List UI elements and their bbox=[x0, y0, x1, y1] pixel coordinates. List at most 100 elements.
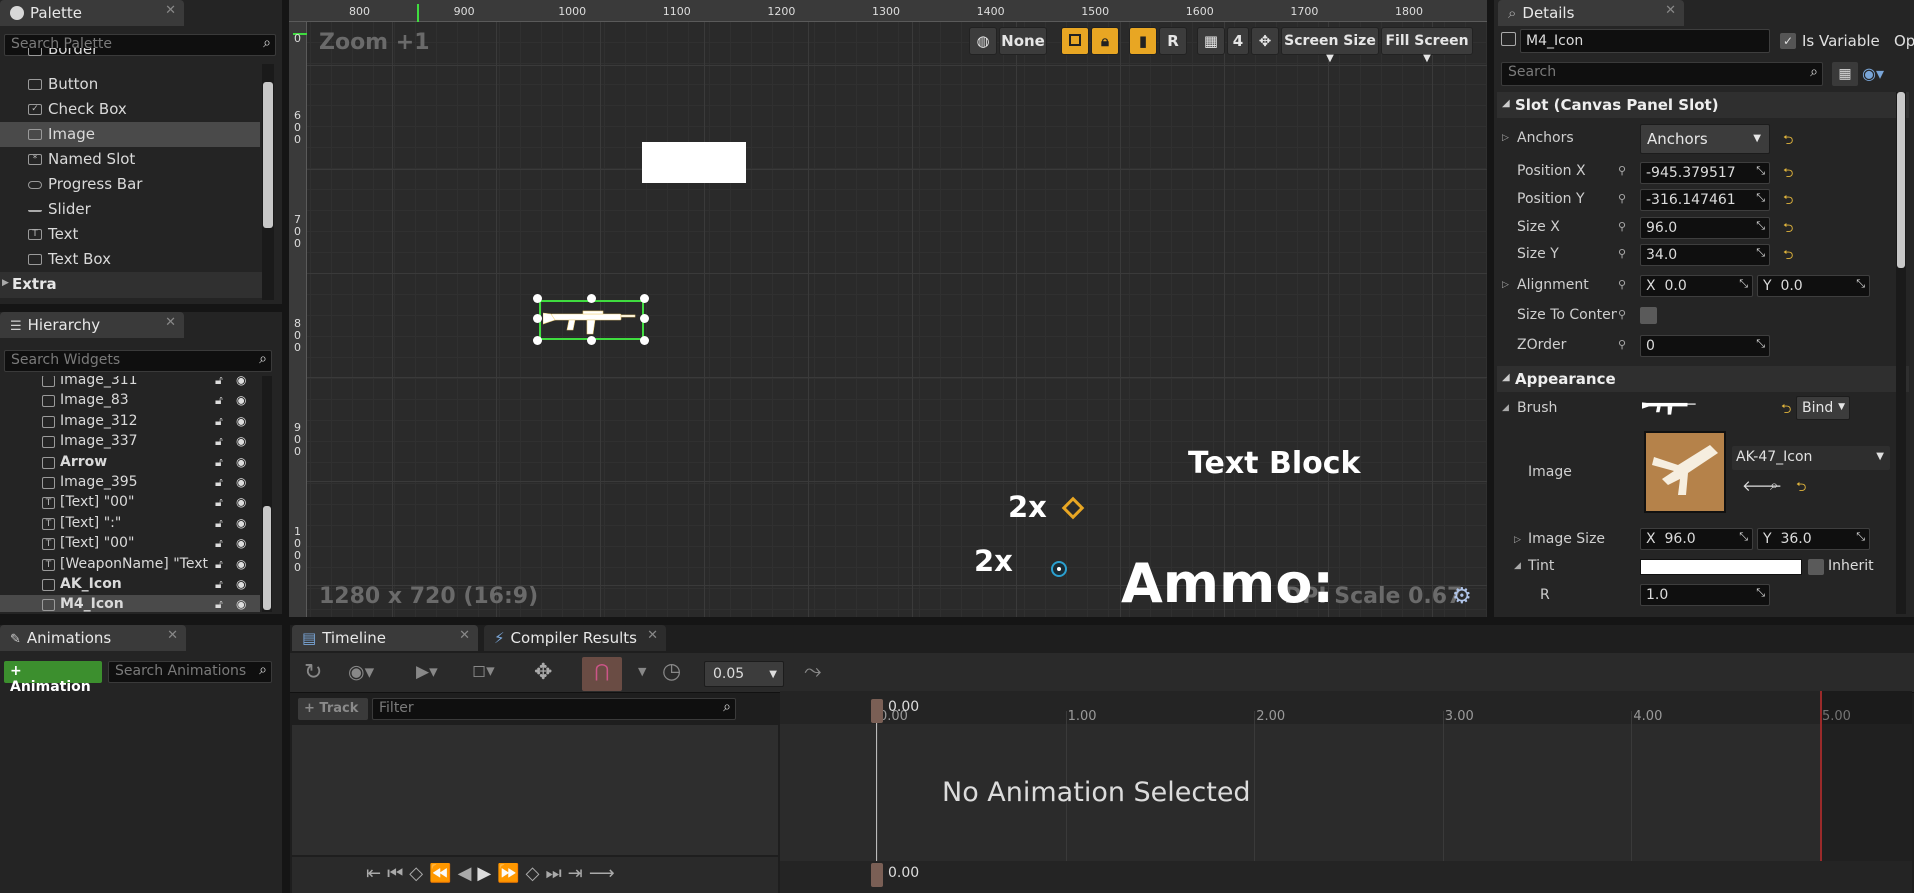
expand-triangle-icon[interactable]: ▷ bbox=[1514, 535, 1521, 545]
palette-item-button[interactable]: Button bbox=[0, 72, 260, 97]
lock-icon[interactable]: 🔓︎ bbox=[215, 455, 223, 470]
resize-handle[interactable] bbox=[587, 336, 596, 345]
expand-triangle-icon[interactable]: ▷ bbox=[1502, 133, 1509, 143]
lock-icon[interactable]: 🔓︎ bbox=[215, 495, 223, 510]
selection-options-icon[interactable]: ◻▾ bbox=[472, 661, 495, 681]
size-y-field[interactable]: 34.0 ⤡ bbox=[1640, 244, 1770, 266]
reset-arrow-icon[interactable]: ⮌ bbox=[1783, 219, 1793, 241]
playhead-handle-bottom[interactable] bbox=[871, 863, 883, 887]
link-icon[interactable]: ⚲ bbox=[1618, 164, 1626, 177]
lock-icon[interactable]: 🔓︎ bbox=[215, 434, 223, 449]
visibility-eye-icon[interactable]: ◉▾ bbox=[1862, 64, 1884, 83]
none-dropdown[interactable]: None bbox=[999, 27, 1047, 55]
hierarchy-row[interactable]: AK_Icon 🔓︎ ◉ bbox=[0, 575, 260, 595]
resize-handle[interactable] bbox=[533, 314, 542, 323]
palette-item-border[interactable]: Border bbox=[0, 48, 260, 62]
hierarchy-search-input[interactable]: Search Widgets ⌕ bbox=[4, 350, 272, 372]
size-to-content-checkbox[interactable] bbox=[1640, 307, 1657, 324]
loop-icon[interactable]: ⟶ bbox=[589, 863, 621, 884]
lock-icon[interactable]: 🔓︎ bbox=[215, 577, 223, 592]
selected-m4-icon-widget[interactable] bbox=[539, 300, 644, 340]
scrollbar-thumb[interactable] bbox=[263, 82, 273, 228]
play-reverse-icon[interactable]: ◀ bbox=[458, 863, 478, 884]
browse-search-icon[interactable]: ⌕ bbox=[1770, 476, 1778, 494]
palette-item-text[interactable]: T Text bbox=[0, 222, 260, 247]
dpi-settings-gear-icon[interactable]: ⚙ bbox=[1452, 584, 1472, 609]
lock-icon[interactable]: 🔓︎ bbox=[215, 557, 223, 572]
position-x-field[interactable]: -945.379517 ⤡ bbox=[1640, 162, 1770, 184]
close-icon[interactable]: ✕ bbox=[647, 628, 658, 643]
appearance-section-header[interactable]: ◢ Appearance bbox=[1497, 366, 1909, 392]
pivot-circle-icon[interactable] bbox=[1051, 561, 1067, 577]
jump-to-start-icon[interactable]: ⇤ bbox=[366, 863, 387, 884]
hierarchy-row[interactable]: Image_395 🔓︎ ◉ bbox=[0, 473, 260, 493]
curve-editor-icon[interactable]: ⤳ bbox=[804, 659, 822, 684]
hierarchy-row[interactable]: Image_337 🔓︎ ◉ bbox=[0, 432, 260, 452]
add-animation-button[interactable]: + Animation bbox=[4, 661, 102, 695]
play-options-icon[interactable]: ▶▾ bbox=[416, 662, 438, 682]
resize-handle[interactable] bbox=[533, 336, 542, 345]
palette-item-named-slot[interactable]: * Named Slot bbox=[0, 147, 260, 172]
text-block-widget[interactable]: Text Block bbox=[1188, 446, 1360, 481]
visibility-eye-icon[interactable]: ◉ bbox=[236, 536, 246, 550]
lock-icon[interactable]: 🔓︎ bbox=[215, 597, 223, 612]
multiplier-text-2[interactable]: 2x bbox=[974, 544, 1013, 578]
snap-magnet-button[interactable]: ⋂ bbox=[582, 657, 622, 691]
visibility-eye-icon[interactable]: ◉ bbox=[236, 495, 246, 509]
property-matrix-button[interactable]: ▦ bbox=[1832, 62, 1858, 86]
scrollbar-thumb[interactable] bbox=[263, 506, 271, 610]
details-scrollbar[interactable] bbox=[1896, 92, 1906, 614]
anchors-dropdown[interactable]: Anchors ▼ bbox=[1640, 124, 1770, 154]
next-key-icon[interactable]: ◇ bbox=[526, 863, 546, 884]
collapse-triangle-icon[interactable]: ◢ bbox=[1514, 561, 1521, 571]
tint-r-field[interactable]: 1.0 ⤡ bbox=[1640, 584, 1770, 606]
close-icon[interactable]: ✕ bbox=[459, 628, 470, 643]
play-icon[interactable]: ▶ bbox=[477, 863, 497, 884]
auto-key-icon[interactable]: ↻ bbox=[304, 660, 322, 685]
hierarchy-row[interactable]: T [Text] "00" 🔓︎ ◉ bbox=[0, 534, 260, 554]
link-icon[interactable]: ⚲ bbox=[1618, 192, 1626, 205]
step-back-icon[interactable]: ⏪ bbox=[429, 863, 457, 884]
position-y-field[interactable]: -316.147461 ⤡ bbox=[1640, 189, 1770, 211]
track-button[interactable]: + Track bbox=[298, 698, 368, 720]
visibility-eye-icon[interactable]: ◉▾ bbox=[348, 661, 374, 683]
visibility-eye-icon[interactable]: ◉ bbox=[236, 455, 246, 469]
slot-section-header[interactable]: ◢ Slot (Canvas Panel Slot) bbox=[1497, 92, 1909, 118]
playhead-handle[interactable] bbox=[871, 699, 883, 723]
visibility-eye-icon[interactable]: ◉ bbox=[236, 577, 246, 591]
link-icon[interactable]: ⚲ bbox=[1618, 220, 1626, 233]
palette-item-text-box[interactable]: Text Box bbox=[0, 247, 260, 272]
hierarchy-row[interactable]: Arrow 🔓︎ ◉ bbox=[0, 453, 260, 473]
resize-handle[interactable] bbox=[640, 314, 649, 323]
visibility-eye-icon[interactable]: ◉ bbox=[236, 414, 246, 428]
snap-interval-dropdown[interactable]: 0.05 ▼ bbox=[704, 661, 784, 687]
r-toggle-button[interactable]: R bbox=[1159, 27, 1187, 55]
designer-viewport[interactable]: 800 900 1000 1100 1200 1300 1400 1500 1600 1700 18… bbox=[289, 0, 1487, 617]
step-forward-icon[interactable]: ⏩ bbox=[497, 863, 525, 884]
visibility-eye-icon[interactable]: ◉ bbox=[236, 376, 246, 387]
resize-handle[interactable] bbox=[640, 336, 649, 345]
prev-key-icon[interactable]: ◇ bbox=[409, 863, 429, 884]
hierarchy-scrollbar[interactable] bbox=[262, 376, 272, 612]
hierarchy-row[interactable]: T [WeaponName] "Text Bl 🔓︎ ◉ bbox=[0, 555, 260, 575]
visibility-eye-icon[interactable]: ◉ bbox=[236, 475, 246, 489]
hierarchy-row[interactable]: Image_311 🔓︎ ◉ bbox=[0, 376, 260, 391]
close-icon[interactable]: ✕ bbox=[165, 3, 176, 18]
is-variable-checkbox[interactable]: ✓ bbox=[1780, 33, 1796, 49]
close-icon[interactable]: ✕ bbox=[165, 315, 176, 330]
lock-icon[interactable]: 🔓︎ bbox=[215, 536, 223, 551]
visibility-eye-icon[interactable]: ◉ bbox=[236, 557, 246, 571]
palette-category-extra[interactable]: ▶ Extra bbox=[0, 272, 262, 298]
link-icon[interactable]: ⚲ bbox=[1618, 338, 1626, 351]
step-back-key-icon[interactable]: ⏮ bbox=[387, 863, 409, 884]
link-icon[interactable]: ⚲ bbox=[1618, 247, 1626, 260]
transform-move-icon[interactable]: ✥ bbox=[534, 660, 552, 685]
world-toggle-button[interactable]: ◍ bbox=[969, 27, 997, 55]
tab-compiler-results[interactable]: ⚡ Compiler Results ✕ bbox=[484, 625, 666, 651]
anchor-diamond-icon[interactable] bbox=[1061, 496, 1085, 520]
jump-to-end-icon[interactable]: ⇥ bbox=[568, 863, 589, 884]
step-forward-key-icon[interactable]: ⏭ bbox=[546, 863, 568, 884]
timeline-area[interactable]: 0.000.001.001.002.002.003.003.004.004.00… bbox=[780, 691, 1912, 893]
inherit-checkbox[interactable] bbox=[1808, 559, 1824, 575]
track-filter-input[interactable]: Filter ⌕ bbox=[372, 698, 736, 720]
